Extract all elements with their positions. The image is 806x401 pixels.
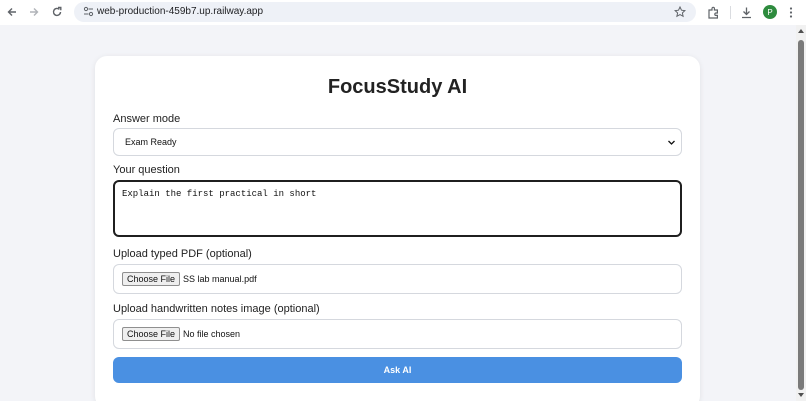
answer-mode-value: Exam Ready [125, 137, 177, 147]
scrollbar-thumb[interactable] [798, 40, 804, 390]
ask-ai-button[interactable]: Ask AI [113, 357, 682, 383]
pdf-upload-label: Upload typed PDF (optional) [113, 248, 252, 260]
question-label: Your question [113, 164, 180, 176]
pdf-file-name: SS lab manual.pdf [183, 274, 257, 284]
image-upload-input[interactable]: Choose File No file chosen [113, 319, 682, 349]
address-bar[interactable]: web-production-459b7.up.railway.app [74, 2, 696, 22]
answer-mode-label: Answer mode [113, 113, 181, 125]
pdf-upload-input[interactable]: Choose File SS lab manual.pdf [113, 264, 682, 294]
download-icon[interactable] [740, 6, 753, 19]
profile-avatar[interactable]: P [763, 5, 777, 19]
extensions-icon[interactable] [707, 6, 720, 19]
answer-mode-select[interactable]: Exam Ready [113, 128, 682, 156]
bookmark-star-icon[interactable] [674, 6, 686, 18]
study-form-card: FocusStudy AI Answer mode Exam Ready You… [95, 56, 700, 401]
image-upload-label: Upload handwritten notes image (optional… [113, 303, 320, 315]
url-text: web-production-459b7.up.railway.app [97, 6, 264, 17]
reload-icon[interactable] [48, 3, 66, 21]
chevron-down-icon [668, 140, 675, 145]
forward-icon[interactable] [25, 3, 43, 21]
site-info-icon[interactable] [83, 6, 94, 17]
scroll-up-arrow-icon[interactable] [798, 29, 804, 33]
back-icon[interactable] [3, 3, 21, 21]
scroll-down-arrow-icon[interactable] [798, 393, 804, 397]
page-scrollbar[interactable] [796, 25, 806, 401]
pdf-choose-file-button[interactable]: Choose File [122, 272, 181, 286]
toolbar-divider [730, 6, 731, 19]
image-file-name: No file chosen [183, 329, 241, 339]
menu-dots-icon[interactable] [786, 6, 796, 19]
question-textarea[interactable]: Explain the first practical in short [113, 180, 682, 237]
page-title: FocusStudy AI [327, 76, 468, 98]
browser-toolbar: web-production-459b7.up.railway.app P [0, 0, 806, 25]
image-choose-file-button[interactable]: Choose File [122, 327, 181, 341]
